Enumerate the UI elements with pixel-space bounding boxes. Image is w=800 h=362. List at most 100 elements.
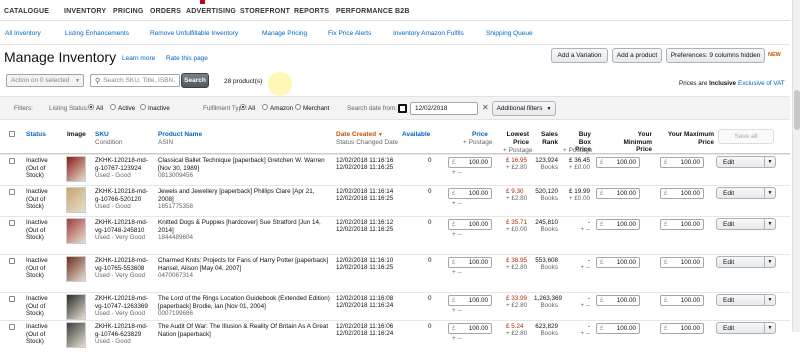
row-price-input[interactable]: £100.00	[448, 257, 492, 268]
row-max-price-input[interactable]: £100.00	[660, 257, 704, 268]
clear-date-icon[interactable]: ✕	[482, 103, 489, 112]
nav-orders[interactable]: ORDERS	[150, 8, 181, 15]
row-price-postage: + --	[452, 335, 462, 342]
col-price[interactable]: Price	[472, 131, 488, 139]
listing-status-label: Listing Status:	[49, 105, 89, 112]
row-checkbox[interactable]	[9, 220, 15, 226]
col-status[interactable]: Status	[26, 131, 46, 139]
search-placeholder: Search SKU, Title, ISBN,	[103, 77, 176, 84]
nav-reports[interactable]: REPORTS	[294, 8, 329, 15]
add-product-button[interactable]: Add a product	[612, 48, 662, 63]
chevron-down-icon[interactable]: ▼	[764, 257, 775, 267]
row-checkbox[interactable]	[9, 296, 15, 302]
save-all-button[interactable]: Save all	[718, 129, 774, 144]
listing-status-all[interactable]: All	[86, 104, 103, 112]
row-edit-button[interactable]: Edit ▼	[716, 218, 776, 230]
subnav-manage-pricing[interactable]: Manage Pricing	[262, 30, 307, 37]
subnav-shipping-queue[interactable]: Shipping Queue	[486, 30, 533, 37]
row-max-price-input[interactable]: £100.00	[660, 295, 704, 306]
row-title-link[interactable]: The Audit Of War: The Illusion & Reality…	[158, 323, 330, 338]
product-thumbnail[interactable]	[66, 187, 86, 213]
bulk-action-select[interactable]: Action on 0 selected ▼	[6, 74, 84, 87]
row-buy-box-postage: + --	[580, 226, 590, 233]
row-price-input[interactable]: £100.00	[448, 157, 492, 168]
nav-advertising[interactable]: ADVERTISING	[186, 8, 236, 15]
nav-storefront[interactable]: STOREFRONT	[240, 8, 290, 15]
additional-filters-button[interactable]: Additional filters ▼	[492, 101, 556, 116]
product-thumbnail[interactable]	[66, 294, 86, 320]
chevron-down-icon[interactable]: ▼	[764, 188, 775, 198]
prices-exclusive-link[interactable]: Exclusive of VAT	[738, 80, 785, 87]
subnav-fix-price-alerts[interactable]: Fix Price Alerts	[328, 30, 371, 37]
row-condition: Used - Very Good	[95, 272, 146, 279]
nav-pricing[interactable]: PRICING	[113, 8, 144, 15]
nav-b2b[interactable]: B2B	[395, 8, 410, 15]
row-price-input[interactable]: £100.00	[448, 323, 492, 334]
product-thumbnail[interactable]	[66, 322, 86, 348]
product-thumbnail[interactable]	[66, 156, 86, 182]
chevron-down-icon[interactable]: ▼	[764, 295, 775, 305]
row-title-link[interactable]: Classical Ballet Technique [paperback] G…	[158, 157, 330, 172]
row-title-link[interactable]: Charmed Knits: Projects for Fans of Harr…	[158, 257, 330, 272]
subnav-remove-unfulfillable[interactable]: Remove Unfulfillable Inventory	[150, 30, 238, 37]
row-title-link[interactable]: The Lord of the Rings Location Guidebook…	[158, 295, 330, 310]
row-available: 0	[428, 295, 432, 302]
product-thumbnail[interactable]	[66, 218, 86, 244]
col-available[interactable]: Available	[402, 131, 430, 139]
chevron-down-icon[interactable]: ▼	[764, 157, 775, 167]
date-filter-checkbox[interactable]	[398, 104, 407, 113]
search-button[interactable]: Search	[181, 73, 209, 88]
fulfilment-merchant[interactable]: Merchant	[293, 104, 330, 112]
col-product-name[interactable]: Product Name	[158, 131, 202, 139]
row-min-price-input[interactable]: £100.00	[596, 219, 640, 230]
subnav-all-inventory[interactable]: All Inventory	[5, 30, 41, 37]
subnav-inventory-amazon-fulfils[interactable]: Inventory Amazon Fulfils	[393, 30, 464, 37]
listing-status-active[interactable]: Active	[108, 104, 135, 112]
row-available: 0	[428, 323, 432, 330]
row-title-link[interactable]: Knitted Dogs & Puppies [hardcover] Sue S…	[158, 219, 330, 234]
row-edit-button[interactable]: Edit ▼	[716, 187, 776, 199]
row-min-price-input[interactable]: £100.00	[596, 157, 640, 168]
row-edit-button[interactable]: Edit ▼	[716, 256, 776, 268]
fulfilment-amazon[interactable]: Amazon	[260, 104, 293, 112]
rate-page-link[interactable]: Rate this page	[166, 55, 208, 62]
learn-more-link[interactable]: Learn more	[122, 55, 155, 62]
scrollbar-thumb[interactable]	[794, 90, 800, 130]
search-input[interactable]: ⚲ Search SKU, Title, ISBN,	[90, 74, 180, 87]
subnav-listing-enhancements[interactable]: Listing Enhancements	[65, 30, 129, 37]
row-title-link[interactable]: Jewels and Jewellery [paperback] Phillip…	[158, 188, 330, 203]
add-variation-button[interactable]: Add a Variation	[551, 48, 608, 63]
row-max-price-input[interactable]: £100.00	[660, 323, 704, 334]
listing-status-inactive[interactable]: Inactive	[138, 104, 170, 112]
row-price-input[interactable]: £100.00	[448, 295, 492, 306]
row-price-input[interactable]: £100.00	[448, 188, 492, 199]
row-min-price-input[interactable]: £100.00	[596, 323, 640, 334]
col-sku[interactable]: SKU	[95, 131, 109, 139]
row-checkbox[interactable]	[9, 324, 15, 330]
row-edit-button[interactable]: Edit ▼	[716, 156, 776, 168]
row-max-price-input[interactable]: £100.00	[660, 157, 704, 168]
row-checkbox[interactable]	[9, 158, 15, 164]
row-edit-button[interactable]: Edit ▼	[716, 322, 776, 334]
nav-inventory[interactable]: INVENTORY	[64, 8, 106, 15]
product-thumbnail[interactable]	[66, 256, 86, 282]
row-min-price-input[interactable]: £100.00	[596, 295, 640, 306]
row-price-input[interactable]: £100.00	[448, 219, 492, 230]
row-max-price-input[interactable]: £100.00	[660, 188, 704, 199]
fulfilment-merchant-label: Merchant	[303, 105, 330, 112]
row-edit-button[interactable]: Edit ▼	[716, 294, 776, 306]
row-min-price-input[interactable]: £100.00	[596, 257, 640, 268]
col-sales-rank: Sales Rank	[541, 131, 558, 146]
row-checkbox[interactable]	[9, 189, 15, 195]
chevron-down-icon[interactable]: ▼	[764, 219, 775, 229]
nav-catalogue[interactable]: CATALOGUE	[4, 8, 49, 15]
nav-performance[interactable]: PERFORMANCE	[336, 8, 393, 15]
row-checkbox[interactable]	[9, 258, 15, 264]
row-min-price-input[interactable]: £100.00	[596, 188, 640, 199]
date-input[interactable]: 12/02/2018	[410, 102, 478, 115]
select-all-checkbox[interactable]	[9, 131, 15, 137]
scrollbar[interactable]	[792, 0, 800, 332]
preferences-button[interactable]: Preferences: 9 columns hidden	[666, 48, 765, 63]
fulfilment-all[interactable]: All	[238, 104, 255, 112]
row-max-price-input[interactable]: £100.00	[660, 219, 704, 230]
